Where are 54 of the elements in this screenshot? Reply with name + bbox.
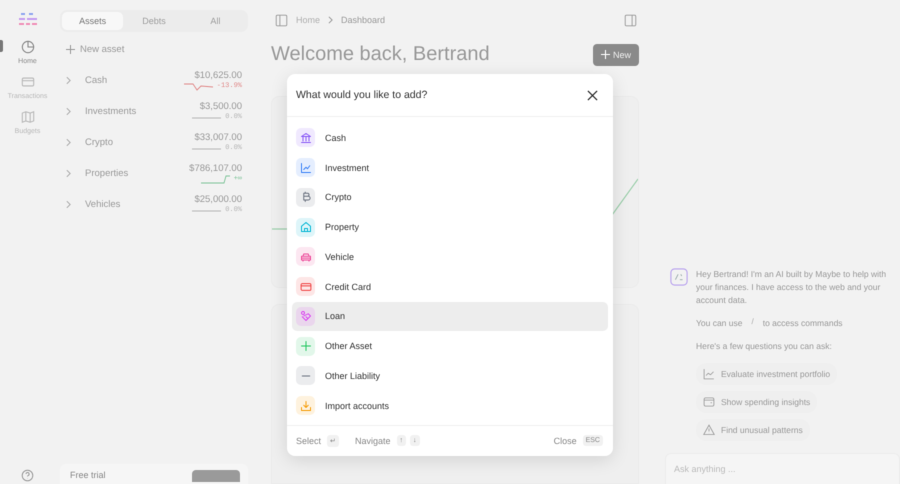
commands-hint: You can use [696,317,742,330]
plus-icon [66,45,75,54]
help-icon[interactable] [21,469,34,482]
select-hint: Select [296,436,322,446]
account-type-option[interactable]: Property [292,212,608,242]
account-name[interactable]: Crypto [85,137,113,148]
navigate-hint: Navigate [355,436,391,446]
assistant-message: Hey Bertrand! I'm an AI built by Maybe to help with your finances. I have access to the web and your account data. [696,268,888,307]
account-name[interactable]: Vehicles [85,199,120,210]
trial-label: Free trial [70,470,106,480]
account-value: $25,000.00 [194,194,242,204]
chevron-icon[interactable] [66,76,71,85]
chevron-icon[interactable] [66,107,71,116]
close-icon[interactable] [587,90,598,100]
tab[interactable]: Assets [62,12,124,30]
panel-toggle-icon[interactable] [624,14,637,26]
breadcrumb-current: Dashboard [341,15,386,25]
account-type-option[interactable]: Vehicle [292,242,608,272]
account-type-option[interactable]: Cash [292,123,608,153]
account-name[interactable]: Investments [85,106,136,117]
plus-icon [600,50,610,59]
account-type-option[interactable]: Investment [292,152,608,182]
account-type-option[interactable]: Import accounts [292,390,608,420]
commands-hint: to access commands [762,317,843,330]
account-type-option[interactable]: Credit Card [292,272,608,302]
account-name[interactable]: Cash [85,75,108,86]
page-title: Welcome back, Bertrand [271,43,490,66]
logo-icon [18,12,38,26]
account-type-option[interactable]: Loan [292,302,608,332]
tab[interactable]: All [184,12,246,30]
account-value: $786,107.00 [189,162,242,174]
chat-input[interactable]: Ask anything ... [665,453,900,484]
account-value: $3,500.00 [200,100,242,112]
account-type-option[interactable]: Other Liability [292,361,608,391]
tab[interactable]: Debts [123,12,185,30]
sidebar-toggle-icon[interactable] [275,14,288,26]
new-button[interactable]: New [592,44,639,66]
account-value: $10,625.00 [194,70,242,80]
slash-key: / [748,317,757,326]
account-type-option[interactable]: Other Asset [292,331,608,361]
chevron-icon[interactable] [66,200,71,209]
account-value: $33,007.00 [194,132,242,142]
questions-prompt: Here's a few questions you can ask: [696,340,832,353]
breadcrumb-link[interactable]: Home [296,15,320,25]
chevron-icon[interactable] [66,169,71,178]
account-type-option[interactable]: Crypto [292,182,608,212]
chevron-icon [328,16,334,24]
new-asset-button[interactable]: New asset [60,44,130,55]
active-indicator [0,40,3,52]
assistant-avatar-icon [670,268,688,286]
chevron-icon[interactable] [66,138,71,147]
dialog-title: What would you like to add? [296,89,428,101]
account-name[interactable]: Properties [85,168,128,179]
close-hint: Close [554,436,577,446]
